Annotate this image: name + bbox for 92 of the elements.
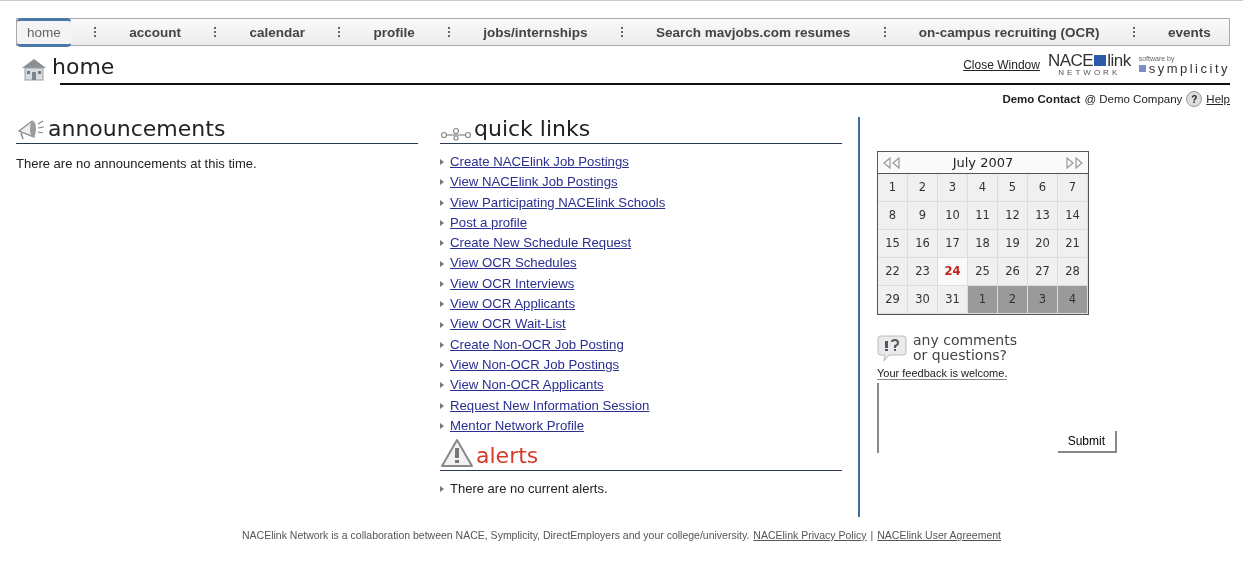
bullet-icon xyxy=(440,423,444,429)
calendar-month: July 2007 xyxy=(952,155,1014,170)
alert-text: There are no current alerts. xyxy=(450,480,608,499)
footer-separator: | xyxy=(870,529,874,541)
quick-link[interactable]: Create New Schedule Request xyxy=(450,233,632,254)
quick-link[interactable]: Request New Information Session xyxy=(450,395,650,416)
double-right-arrow-icon[interactable] xyxy=(1064,156,1084,169)
quick-link[interactable]: View OCR Schedules xyxy=(450,253,577,274)
bullet-icon xyxy=(440,179,444,186)
speech-bubble-icon xyxy=(877,333,907,363)
nav-tab[interactable]: events xyxy=(1158,20,1221,44)
nav-tab[interactable]: on-campus recruiting (OCR) xyxy=(908,20,1110,44)
calendar-day[interactable]: 11 xyxy=(968,202,998,230)
calendar-day[interactable]: 1 xyxy=(968,286,998,314)
megaphone-icon xyxy=(16,117,46,141)
quick-link[interactable]: View NACElink Job Postings xyxy=(450,172,618,193)
calendar-day[interactable]: 24 xyxy=(938,258,968,286)
calendar-day[interactable]: 2 xyxy=(908,174,938,202)
calendar-day[interactable]: 20 xyxy=(1028,230,1058,258)
bullet-icon xyxy=(440,260,444,267)
quick-link[interactable]: View Participating NACElink Schools xyxy=(450,192,666,213)
calendar-day[interactable]: 7 xyxy=(1058,174,1088,202)
bullet-icon xyxy=(440,159,444,166)
close-window-link[interactable]: Close Window xyxy=(963,57,1040,72)
calendar-day[interactable]: 21 xyxy=(1058,230,1088,258)
house-icon xyxy=(20,57,48,81)
quick-link[interactable]: Create Non-OCR Job Posting xyxy=(450,334,624,355)
nav-tab[interactable]: jobs/internships xyxy=(473,20,598,44)
section-title: quick links xyxy=(474,115,591,143)
user-name: Demo Contact xyxy=(1002,93,1081,105)
bullet-icon xyxy=(440,486,444,493)
page-title: home xyxy=(52,53,115,81)
bullet-icon xyxy=(440,240,444,247)
calendar-day[interactable]: 29 xyxy=(878,286,908,314)
quick-link[interactable]: Create NACElink Job Postings xyxy=(450,152,629,173)
bullet-icon xyxy=(440,402,444,409)
calendar-day[interactable]: 19 xyxy=(998,230,1028,258)
calendar-day[interactable]: 18 xyxy=(968,230,998,258)
quick-link[interactable]: Post a profile xyxy=(450,212,527,234)
company-name: @ Demo Company xyxy=(1084,93,1183,105)
warning-icon xyxy=(440,438,474,469)
calendar-day[interactable]: 3 xyxy=(938,174,968,202)
bullet-icon xyxy=(440,220,444,227)
announcements-text: There are no announcements at this time. xyxy=(16,156,258,171)
footer-link[interactable]: NACElink User Agreement xyxy=(877,529,1001,541)
nav-tab[interactable]: home xyxy=(17,17,71,47)
calendar-day[interactable]: 12 xyxy=(998,202,1028,230)
nav-tab[interactable]: account xyxy=(119,20,191,44)
bullet-icon xyxy=(440,301,444,308)
bullet-icon xyxy=(440,362,444,369)
double-left-arrow-icon[interactable] xyxy=(882,156,902,169)
quick-link[interactable]: View OCR Applicants xyxy=(450,294,576,315)
bullet-icon xyxy=(440,341,444,348)
calendar-day[interactable]: 2 xyxy=(998,286,1028,314)
nav-tab[interactable]: calendar xyxy=(239,20,315,44)
nace-logo: NACE link NETWORK xyxy=(1047,52,1131,77)
bullet-icon xyxy=(440,382,444,389)
calendar-day[interactable]: 1 xyxy=(878,174,908,202)
section-title: alerts xyxy=(476,442,539,471)
calendar-day[interactable]: 8 xyxy=(878,202,908,230)
nav-tab[interactable]: profile xyxy=(363,20,425,44)
quick-link[interactable]: View Non-OCR Job Postings xyxy=(450,354,620,376)
bullet-icon xyxy=(440,321,444,328)
quick-link[interactable]: Mentor Network Profile xyxy=(450,415,585,437)
calendar-day[interactable]: 30 xyxy=(908,286,938,314)
bullet-icon xyxy=(440,280,444,287)
submit-button[interactable]: Submit xyxy=(1057,431,1117,453)
calendar-day[interactable]: 22 xyxy=(878,258,908,286)
calendar-day[interactable]: 15 xyxy=(878,230,908,258)
calendar-day[interactable]: 3 xyxy=(1028,286,1058,314)
calendar-day[interactable]: 9 xyxy=(908,202,938,230)
calendar-day[interactable]: 14 xyxy=(1058,202,1088,230)
quick-link[interactable]: View OCR Wait-List xyxy=(450,314,566,335)
calendar-day[interactable]: 5 xyxy=(998,174,1028,202)
nav-tab[interactable]: Search mavjobs.com resumes xyxy=(645,20,861,44)
quick-link[interactable]: View OCR Interviews xyxy=(450,273,575,295)
calendar-day[interactable]: 4 xyxy=(968,174,998,202)
bullet-icon xyxy=(440,199,444,206)
feedback-prompt: Your feedback is welcome. xyxy=(877,367,1008,380)
footer-link[interactable]: NACElink Privacy Policy xyxy=(753,529,867,541)
connector-icon xyxy=(440,127,472,141)
section-title: announcements xyxy=(48,115,226,143)
calendar-day[interactable]: 4 xyxy=(1058,286,1088,314)
feedback-title: any comments or questions? xyxy=(913,333,1017,363)
calendar-day[interactable]: 16 xyxy=(908,230,938,258)
help-icon[interactable]: ? xyxy=(1186,91,1203,107)
calendar-day[interactable]: 6 xyxy=(1028,174,1058,202)
quick-link[interactable]: View Non-OCR Applicants xyxy=(450,375,604,396)
footer-text: NACElink Network is a collaboration between NACE, Symplicity, DirectEmployers and your college/university. xyxy=(242,529,750,541)
calendar-day[interactable]: 10 xyxy=(938,202,968,230)
help-link[interactable]: Help xyxy=(1206,93,1230,105)
calendar-day[interactable]: 13 xyxy=(1028,202,1058,230)
